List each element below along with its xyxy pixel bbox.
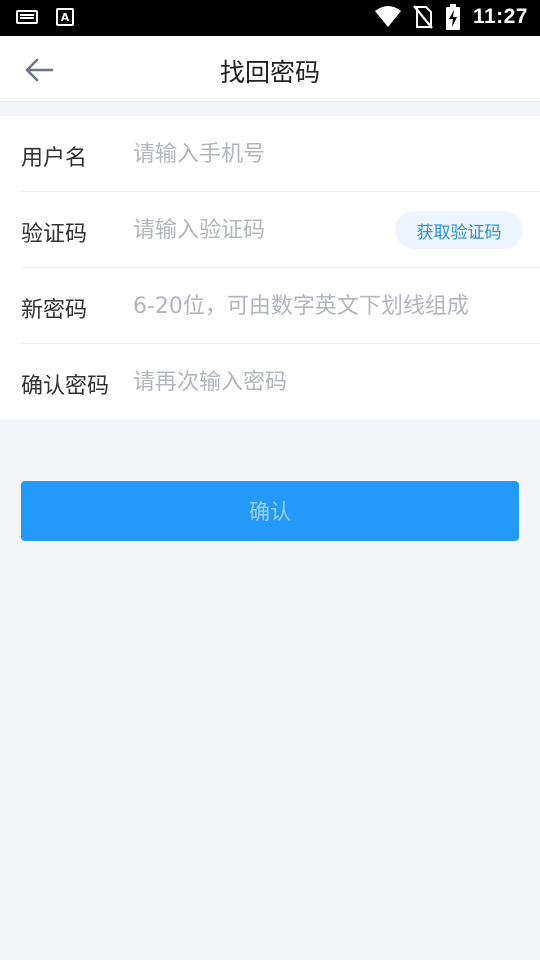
confirm-password-input[interactable] [133, 360, 523, 404]
new-password-input[interactable] [133, 284, 476, 328]
code-label: 验证码 [21, 222, 88, 247]
username-row: 用户名 [21, 116, 540, 192]
new-password-label: 新密码 [21, 298, 88, 323]
page-title: 找回密码 [219, 58, 320, 87]
username-input[interactable] [133, 132, 523, 176]
wifi-icon [374, 6, 401, 27]
header-bar: 找回密码 [0, 36, 540, 102]
username-label: 用户名 [21, 146, 88, 171]
keyboard-icon [16, 10, 38, 24]
status-bar: A 11:27 [0, 0, 540, 36]
get-code-button[interactable]: 获取验证码 [395, 211, 523, 249]
code-input[interactable] [133, 208, 373, 252]
no-sim-icon [413, 5, 433, 29]
new-password-row: 新密码 [21, 268, 540, 344]
a-notification-icon: A [56, 8, 74, 26]
confirm-password-row: 确认密码 [21, 344, 540, 420]
confirm-password-label: 确认密码 [21, 374, 110, 399]
battery-charging-icon [445, 4, 460, 30]
status-time: 11:27 [472, 5, 528, 28]
reset-password-form: 用户名 验证码 获取验证码 新密码 确认密码 [0, 116, 540, 419]
confirm-button[interactable]: 确认 [21, 481, 519, 541]
code-row: 验证码 获取验证码 [21, 192, 540, 268]
